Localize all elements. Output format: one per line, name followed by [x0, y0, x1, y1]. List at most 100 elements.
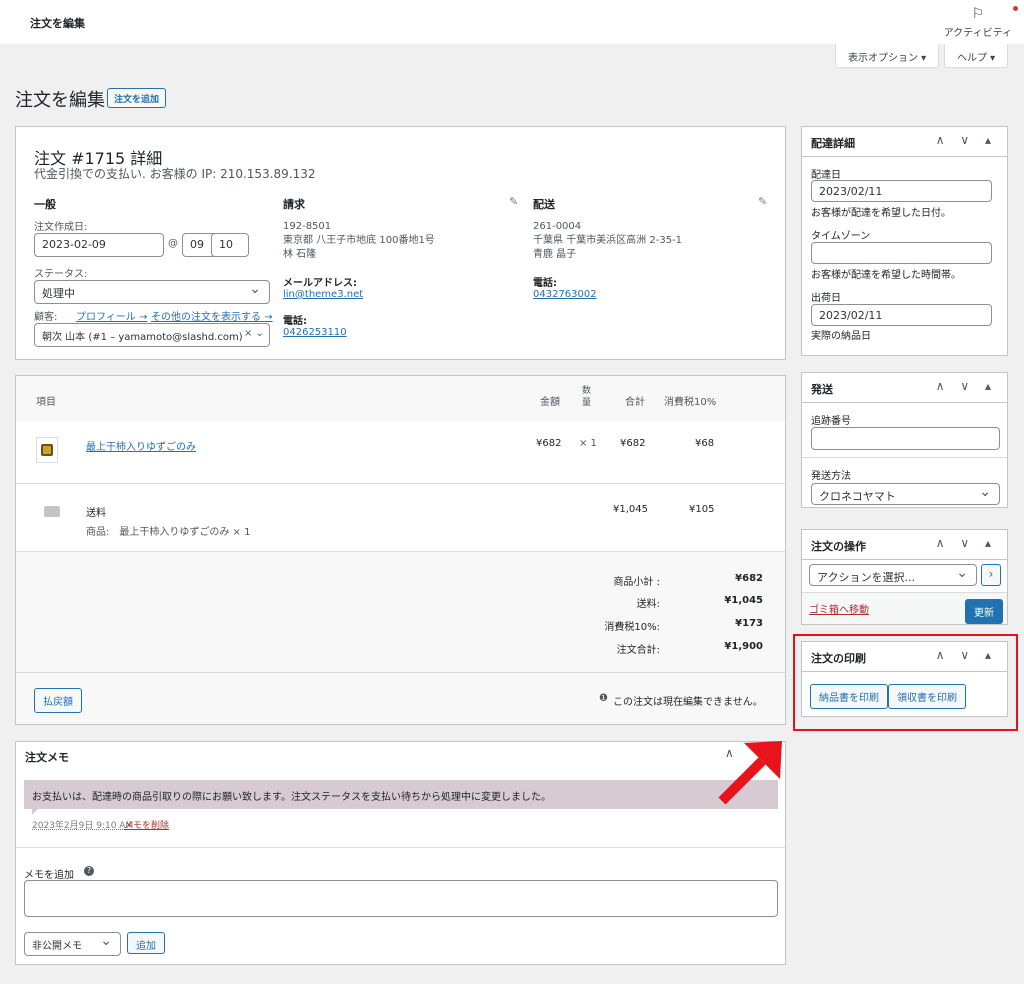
print-title: 注文の印刷 [811, 652, 866, 665]
other-orders-link[interactable]: その他の注文を表示する → [151, 308, 273, 323]
activity-label: アクティビティ [943, 28, 1012, 39]
col-qty: 数量 [582, 386, 592, 408]
billing-email-link[interactable]: lin@theme3.net [283, 289, 363, 300]
actions-title: 注文の操作 [811, 540, 866, 553]
ship-date-input[interactable]: 2023/02/11 [811, 304, 992, 326]
shipment-box: 発送 ∧ ∨ ▴ 追跡番号 発送方法 クロネコヤマト [801, 372, 1008, 508]
apply-action-button[interactable]: › [981, 564, 1001, 586]
delivery-title: 配達詳細 [811, 137, 855, 150]
shipment-divider [802, 457, 1007, 458]
update-button[interactable]: 更新 [965, 599, 1003, 624]
created-date-label: 注文作成日: [34, 222, 88, 233]
add-note-button[interactable]: 追加 [127, 932, 165, 954]
billing-phone-label: 電話: [283, 316, 307, 327]
created-date-input[interactable]: 2023-02-09 [34, 233, 164, 257]
ship-method-select[interactable]: クロネコヤマト [811, 483, 1000, 505]
display-options-button[interactable]: 表示オプション ▾ [835, 44, 940, 68]
col-tax: 消費税10% [664, 397, 717, 408]
not-editable-notice: この注文は現在編集できません。 [613, 697, 763, 708]
shipping-line-tax: ¥105 [689, 504, 715, 515]
delivery-date-input[interactable]: 2023/02/11 [811, 180, 992, 202]
print-invoice-button[interactable]: 納品書を印刷 [810, 684, 888, 709]
notes-divider [16, 847, 785, 848]
general-heading: 一般 [34, 198, 56, 211]
product-total: ¥682 [620, 438, 646, 449]
customer-select[interactable]: 朝次 山本 (#1 – yamamoto@slashd.com) [34, 323, 270, 347]
product-tax: ¥68 [695, 438, 715, 449]
timezone-input[interactable] [811, 242, 992, 264]
minute-input[interactable]: 10 [211, 233, 249, 257]
delivery-box-header: 配達詳細 ∧ ∨ ▴ [802, 127, 1007, 157]
box-controls-icon[interactable]: ∧ ∨ ▴ [936, 133, 997, 147]
order-actions-box: 注文の操作 ∧ ∨ ▴ アクションを選択... › ゴミ箱へ移動 更新 [801, 529, 1008, 625]
customer-label: 顧客: [34, 312, 58, 323]
billing-name: 林 石隆 [283, 249, 317, 260]
truck-icon [44, 506, 60, 517]
order-print-box: 注文の印刷 ∧ ∨ ▴ 納品書を印刷 領収書を印刷 [801, 641, 1008, 717]
actions-box-header: 注文の操作 ∧ ∨ ▴ [802, 530, 1007, 560]
note-textarea[interactable] [24, 880, 778, 917]
refund-button[interactable]: 払戻額 [34, 688, 82, 713]
billing-phone-link[interactable]: 0426253110 [283, 327, 347, 338]
page-title: 注文を編集 [15, 90, 105, 111]
activity-button[interactable]: ⚐ アクティビティ [943, 6, 1018, 39]
shipping-line-row: 送料 商品: 最上干柿入りゆずごのみ × 1 ¥1,045 ¥105 [16, 484, 785, 552]
shipping-phone-link[interactable]: 0432763002 [533, 289, 597, 300]
order-total-value: ¥1,900 [724, 641, 763, 652]
print-box-header: 注文の印刷 ∧ ∨ ▴ [802, 642, 1007, 672]
ship-date-help: 実際の納品日 [811, 331, 871, 342]
subtotal-label: 商品小計 : [613, 577, 660, 588]
box-controls-icon[interactable]: ∧ ∨ ▴ [936, 536, 997, 550]
ship-date-label: 出荷日 [811, 293, 841, 304]
status-label: ステータス: [34, 269, 88, 280]
shipping-total-label: 送料: [636, 599, 660, 610]
order-subheading: 代金引換での支払い. お客様の IP: 210.153.89.132 [34, 167, 316, 181]
shipping-heading: 配送 [533, 198, 555, 211]
note-type-select[interactable]: 非公開メモ [24, 932, 121, 956]
status-select[interactable]: 処理中 [34, 280, 270, 304]
edit-shipping-pencil-icon[interactable]: ✎ [758, 195, 767, 208]
product-link[interactable]: 最上干柿入りゆずごのみ [86, 438, 196, 453]
shipping-phone-label: 電話: [533, 278, 557, 289]
order-data-panel: 注文 #1715 詳細 代金引換での支払い. お客様の IP: 210.153.… [15, 126, 786, 360]
ship-method-label: 発送方法 [811, 471, 851, 482]
tax-total-label: 消費税10%: [604, 622, 660, 633]
note-meta: 2023年2月9日 9:10 AM [32, 821, 134, 831]
billing-email-label: メールアドレス: [283, 278, 357, 289]
tracking-input[interactable] [811, 427, 1000, 450]
product-price: ¥682 [536, 438, 562, 449]
box-controls-icon[interactable]: ∧ ∨ ▴ [936, 648, 997, 662]
edit-billing-pencil-icon[interactable]: ✎ [509, 195, 518, 208]
tracking-label: 追跡番号 [811, 416, 851, 427]
product-thumbnail [36, 437, 58, 463]
print-receipt-button[interactable]: 領収書を印刷 [888, 684, 966, 709]
shipping-address: 千葉県 千葉市美浜区高洲 2-35-1 [533, 235, 683, 246]
product-qty: × 1 [579, 438, 597, 449]
delivery-date-label: 配達日 [811, 170, 841, 181]
timezone-label: タイムゾーン [811, 231, 871, 242]
billing-address: 東京都 八王子市地底 100番地1号 [283, 235, 435, 246]
shipping-postal: 261-0004 [533, 221, 582, 232]
order-notes-panel: 注文メモ ∧ お支払いは、配達時の商品引取りの際にお願い致します。注文ステータス… [15, 741, 786, 965]
help-button[interactable]: ヘルプ ▾ [944, 44, 1009, 68]
help-icon[interactable]: ? [84, 866, 94, 876]
delivery-date-help: お客様が配達を希望した日付。 [811, 208, 951, 219]
shipment-box-header: 発送 ∧ ∨ ▴ [802, 373, 1007, 403]
order-totals: 商品小計 : ¥682 送料: ¥1,045 消費税10%: ¥173 注文合計… [16, 552, 785, 673]
col-price: 金額 [540, 397, 560, 408]
action-select[interactable]: アクションを選択... [809, 564, 977, 586]
timezone-help: お客様が配達を希望した時間帯。 [811, 270, 961, 281]
customer-clear-icon[interactable]: × ⌄ [244, 328, 264, 339]
billing-postal: 192-8501 [283, 221, 332, 232]
shipment-title: 発送 [811, 383, 833, 396]
order-total-label: 注文合計: [616, 645, 660, 656]
add-order-button[interactable]: 注文を追加 [107, 88, 167, 108]
col-item: 項目 [36, 397, 56, 408]
box-controls-icon[interactable]: ∧ ∨ ▴ [936, 379, 997, 393]
delete-note-link[interactable]: メモを削除 [124, 818, 169, 831]
col-total: 合計 [625, 397, 645, 408]
trash-link[interactable]: ゴミ箱へ移動 [809, 601, 869, 616]
note-bubble-tail [32, 809, 38, 815]
notes-title: 注文メモ [25, 751, 69, 764]
profile-link[interactable]: プロフィール → [76, 308, 147, 323]
